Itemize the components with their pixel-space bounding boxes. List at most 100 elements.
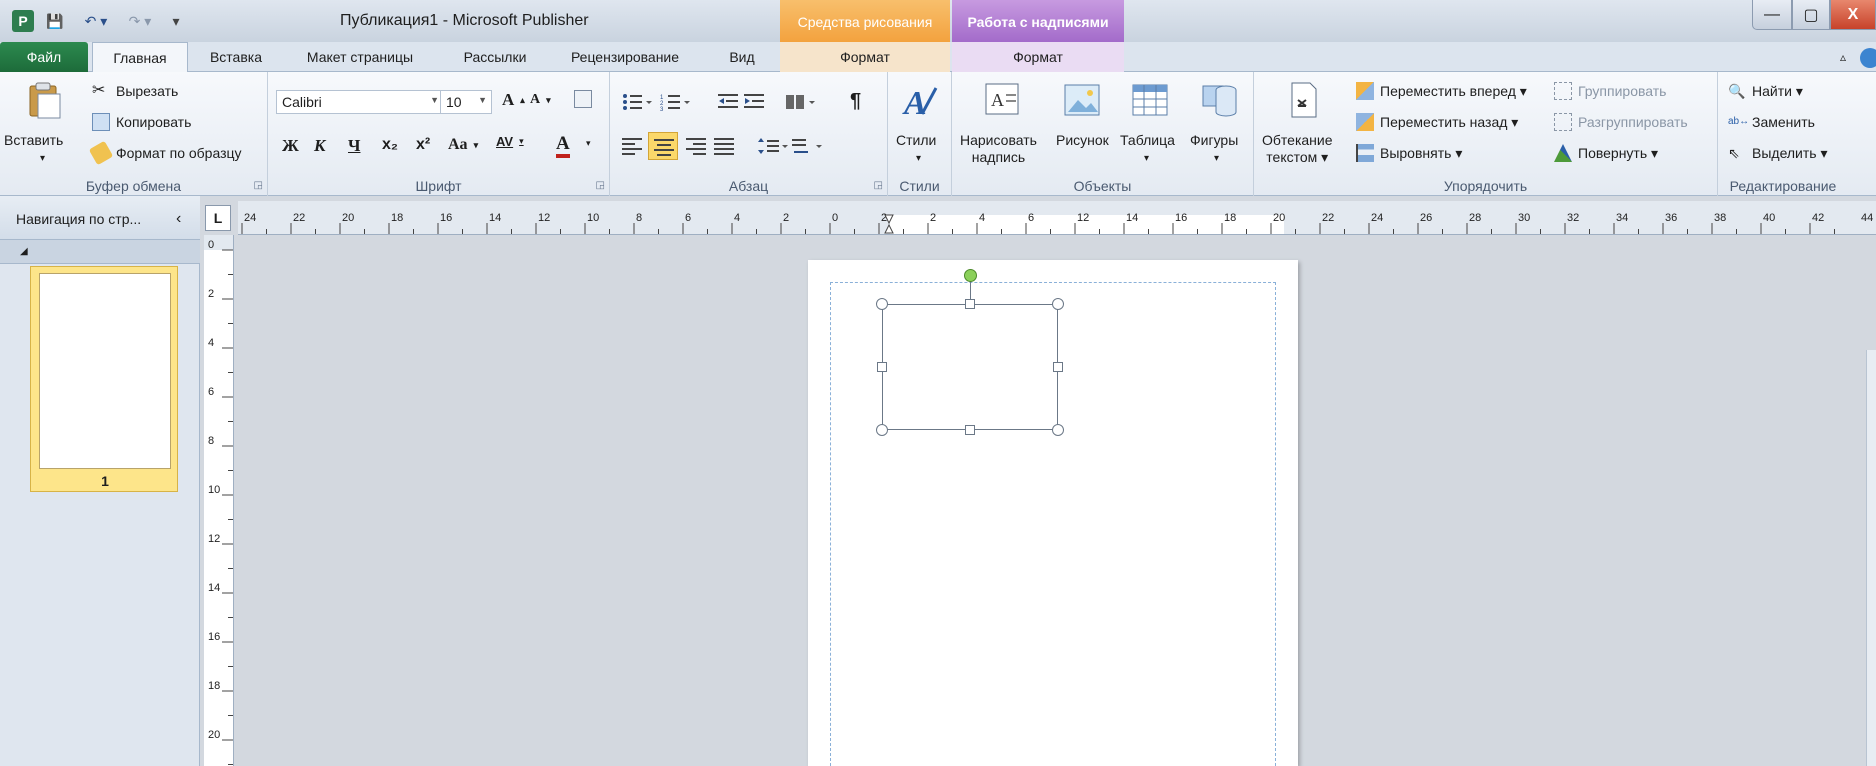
show-formatting-button[interactable]: ¶ [850,90,861,113]
redo-icon[interactable]: ↷ ▾ [122,10,158,32]
shapes-button[interactable]: Фигуры [1190,132,1238,149]
tab-format-text-box[interactable]: Формат [952,42,1124,72]
workspace-canvas[interactable] [236,236,1876,766]
clear-formatting-button[interactable] [574,90,592,108]
subscript-button[interactable]: x₂ [382,136,398,154]
increase-indent-icon[interactable] [744,92,766,112]
paintbrush-icon [88,140,114,166]
font-size-combo[interactable]: 10 ▼ [440,90,492,114]
font-name-combo[interactable]: Calibri ▼ [276,90,444,114]
help-icon[interactable] [1860,48,1876,68]
grow-font-button[interactable]: A ▴ [502,90,525,110]
styles-dropdown-icon[interactable]: ▾ [916,150,921,167]
clipboard-launcher-icon[interactable]: ◲ [254,180,263,191]
tab-page-layout[interactable]: Макет страницы [290,42,430,72]
save-icon[interactable]: 💾 [44,10,66,32]
rotate-button[interactable]: Повернуть ▾ [1554,144,1658,162]
italic-button[interactable]: К [314,136,326,156]
shrink-font-button[interactable]: A ▾ [530,92,551,108]
publisher-app-icon[interactable]: P [12,10,34,32]
page-thumbnail[interactable]: 1 [30,266,178,492]
align-left-icon[interactable] [622,136,644,156]
font-color-button[interactable]: A [556,134,570,158]
resize-handle-bottom[interactable] [965,425,975,435]
font-color-dropdown-icon[interactable]: ▾ [586,138,591,149]
collapse-nav-pane-icon[interactable]: ‹ [176,210,181,228]
undo-icon[interactable]: ↶ ▾ [78,10,114,32]
copy-button[interactable]: Копировать [92,113,191,131]
tab-view[interactable]: Вид [716,42,768,72]
format-painter-button[interactable]: Формат по образцу [88,140,242,166]
character-spacing-button[interactable]: AV ▾ [496,134,524,149]
resize-handle-top-left[interactable] [876,298,888,310]
align-right-icon[interactable] [686,136,708,156]
paste-dropdown-icon[interactable]: ▾ [40,150,45,167]
paragraph-launcher-icon[interactable]: ◲ [874,180,883,191]
select-button[interactable]: ⇖ Выделить ▾ [1728,144,1828,162]
close-button[interactable]: X [1830,0,1876,30]
line-spacing-icon[interactable] [758,136,788,156]
resize-handle-left[interactable] [877,362,887,372]
shapes-dropdown-icon[interactable]: ▾ [1214,150,1219,167]
ungroup-objects-button[interactable]: Разгруппировать [1554,113,1688,131]
decrease-indent-icon[interactable] [718,92,740,112]
publication-page[interactable] [808,260,1298,766]
underline-button[interactable]: Ч [348,136,360,156]
selected-text-box[interactable] [876,269,1064,436]
paste-button[interactable]: Вставить [4,132,63,149]
group-objects-button[interactable]: Группировать [1554,82,1666,100]
change-case-button[interactable]: Aa ▾ [448,136,478,154]
tab-mailings[interactable]: Рассылки [448,42,542,72]
table-dropdown-icon[interactable]: ▾ [1144,150,1149,167]
paragraph-spacing-icon[interactable] [792,136,822,156]
justify-icon[interactable] [714,136,736,156]
tab-format-drawing[interactable]: Формат [780,42,950,72]
bullets-icon[interactable] [622,92,652,112]
resize-handle-bottom-left[interactable] [876,424,888,436]
resize-handle-bottom-right[interactable] [1052,424,1064,436]
send-backward-button[interactable]: Переместить назад ▾ [1356,113,1518,131]
align-center-button[interactable] [648,132,678,160]
collapse-ribbon-icon[interactable]: ▵ [1840,50,1846,64]
picture-button[interactable]: Рисунок [1056,132,1109,149]
ruler-label: 18 [391,212,403,224]
resize-handle-right[interactable] [1053,362,1063,372]
tab-review[interactable]: Рецензирование [558,42,692,72]
find-button[interactable]: 🔍 Найти ▾ [1728,82,1803,100]
tab-insert[interactable]: Вставка [196,42,276,72]
rotation-handle[interactable] [964,269,977,282]
nav-section-toggle-icon[interactable]: ◢ [0,240,200,264]
bold-button[interactable]: Ж [282,136,299,156]
ruler-label: 20 [208,729,220,741]
numbering-icon[interactable]: 123 [660,92,690,112]
tab-home[interactable]: Главная [92,42,188,73]
ruler-label: 2 [930,212,936,224]
minimize-button[interactable]: — [1752,0,1792,30]
vertical-scrollbar[interactable] [1866,350,1876,766]
ruler-label: 24 [1371,212,1383,224]
ruler-label: 32 [1567,212,1579,224]
arrange-group: Обтекание текстом ▾ Переместить вперед ▾ … [1254,72,1718,196]
styles-button[interactable]: Стили [896,132,936,149]
table-icon [1132,84,1168,116]
resize-handle-top-right[interactable] [1052,298,1064,310]
superscript-button[interactable]: x² [416,136,430,154]
draw-text-box-button[interactable]: Нарисовать надпись [960,132,1037,166]
vertical-ruler[interactable]: 0 2 4 6 8 10 12 14 16 18 20 [204,235,234,766]
tab-stop-selector[interactable]: L [205,205,231,231]
resize-handle-top[interactable] [965,299,975,309]
maximize-button[interactable]: ▢ [1792,0,1830,30]
send-backward-icon [1356,113,1374,131]
font-launcher-icon[interactable]: ◲ [596,180,605,191]
align-button[interactable]: Выровнять ▾ [1356,144,1462,162]
cut-button[interactable]: ✂ Вырезать [92,82,178,100]
wrap-text-button[interactable]: Обтекание текстом ▾ [1262,132,1333,166]
tab-file[interactable]: Файл [0,42,88,72]
horizontal-ruler[interactable]: 24 22 20 18 16 14 12 10 8 6 4 2 0 2 2 4 6 12 14 16 18 20 22 24 2… [238,201,1876,235]
picture-icon [1064,84,1100,116]
customize-quick-access-icon[interactable]: ▾ [168,10,184,32]
columns-icon[interactable] [786,92,816,112]
table-button[interactable]: Таблица [1120,132,1175,149]
replace-button[interactable]: ab↔ Заменить [1728,113,1815,131]
bring-forward-button[interactable]: Переместить вперед ▾ [1356,82,1527,100]
